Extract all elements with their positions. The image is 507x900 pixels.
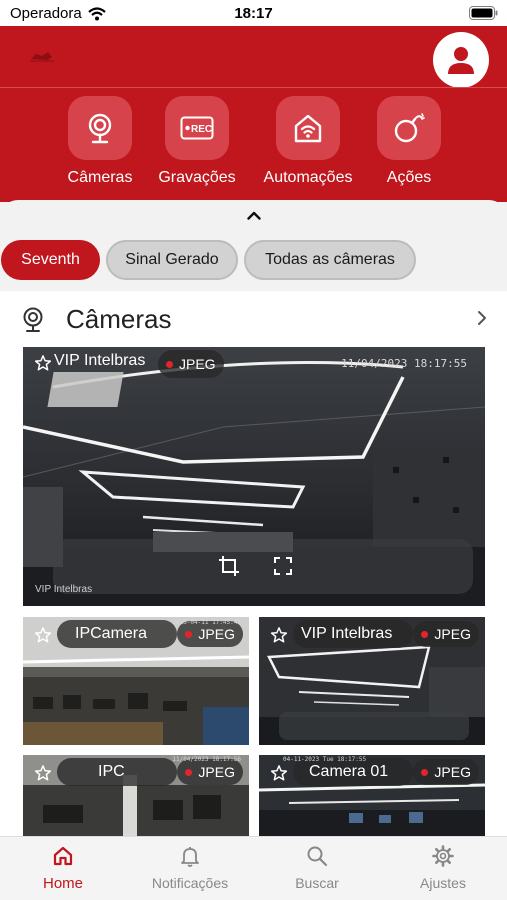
star-icon[interactable] (34, 354, 52, 372)
webcam-icon (23, 307, 43, 332)
format-label: JPEG (179, 356, 216, 372)
cameras-section-header[interactable]: Câmeras (0, 291, 507, 347)
section-title: Câmeras (66, 304, 172, 334)
action-cameras[interactable]: Câmeras (45, 96, 155, 187)
cameras-content: Câmeras VIP Intelbras JPEG 11/04/2023 18… (0, 291, 507, 836)
format-label: JPEG (198, 764, 235, 780)
rec-dot-icon (421, 768, 429, 776)
rec-icon: REC (180, 116, 214, 140)
camera-name: VIP Intelbras (54, 352, 146, 369)
tab-bar: Home Notificações Buscar Ajustes (0, 836, 507, 900)
format-label: JPEG (434, 764, 471, 780)
camera-card-large[interactable]: VIP Intelbras JPEG 11/04/2023 18:17:55 V… (23, 347, 485, 606)
star-icon[interactable] (270, 626, 288, 644)
camera-name: Camera 01 (309, 763, 389, 780)
chevron-up-icon (246, 211, 261, 220)
app-logo (30, 52, 54, 62)
battery-icon (469, 6, 498, 20)
action-tile (276, 96, 340, 160)
tab-label: Home (42, 875, 83, 892)
clock: 18:17 (234, 5, 273, 22)
action-label: Automações (263, 169, 353, 186)
smart-home-icon (294, 114, 322, 143)
camera-feed-image (23, 347, 485, 606)
rec-dot-icon (166, 360, 173, 368)
tab-label: Notificações (151, 875, 229, 891)
camera-card[interactable]: IPCamera JPEG 2023-04-11 17:45:49 (23, 617, 249, 745)
star-icon[interactable] (34, 626, 52, 644)
camera-osd-name: VIP Intelbras (35, 584, 93, 595)
webcam-icon (88, 113, 112, 144)
action-label: Câmeras (67, 169, 133, 186)
chip-sinal-gerado[interactable]: Sinal Gerado (106, 240, 238, 280)
camera-name-pill: VIP Intelbras (293, 620, 413, 648)
header: Câmeras REC Gravações Automações Ações (0, 26, 507, 202)
chevron-right-icon (478, 311, 486, 325)
rec-dot-icon (185, 768, 193, 776)
collapse-handle[interactable] (0, 200, 507, 230)
tab-settings[interactable]: Ajustes (388, 845, 498, 891)
action-automations[interactable]: Automações (253, 96, 363, 187)
action-tile: REC (165, 96, 229, 160)
chip-todas-cameras[interactable]: Todas as câmeras (244, 240, 416, 280)
format-label: JPEG (434, 626, 471, 642)
rec-dot-icon (421, 630, 429, 638)
camera-timestamp: 2023-04-11 17:45:49 (172, 619, 241, 626)
camera-timestamp: 04-11-2023 Tue 18:17:55 (283, 756, 367, 763)
fullscreen-icon[interactable] (274, 557, 292, 575)
camera-name: VIP Intelbras (301, 625, 393, 642)
action-tile (377, 96, 441, 160)
chip-seventh[interactable]: Seventh (1, 240, 100, 280)
format-label: JPEG (198, 626, 235, 642)
tab-notifications[interactable]: Notificações (135, 845, 245, 891)
action-recordings[interactable]: REC Gravações (142, 96, 252, 187)
search-icon (307, 846, 328, 867)
camera-name-pill: IPC (57, 758, 177, 786)
profile-button[interactable] (433, 32, 489, 88)
camera-timestamp: 11/04/2023 18:17:55 (341, 357, 467, 370)
svg-text:REC: REC (191, 124, 212, 135)
filter-chips: Seventh Sinal Gerado Todas as câmeras (0, 230, 507, 290)
format-badge: JPEG (413, 621, 479, 647)
header-divider (0, 87, 507, 88)
action-tile (68, 96, 132, 160)
format-badge: JPEG (413, 759, 479, 785)
action-label: Ações (386, 169, 432, 186)
camera-card[interactable]: VIP Intelbras JPEG (259, 617, 485, 745)
star-icon[interactable] (270, 764, 288, 782)
camera-card[interactable]: IPC JPEG 11/04/2023 18:17:56 (23, 755, 249, 836)
tab-label: Buscar (295, 875, 339, 891)
bomb-icon (394, 113, 425, 143)
home-icon (53, 846, 73, 866)
tab-home[interactable]: Home (8, 845, 118, 892)
user-icon (448, 47, 474, 74)
tab-label: Ajustes (420, 875, 466, 891)
camera-timestamp: 11/04/2023 18:17:56 (172, 756, 241, 763)
star-icon[interactable] (34, 764, 52, 782)
camera-name: IPCamera (75, 625, 148, 642)
camera-card[interactable]: Camera 01 JPEG 04-11-2023 Tue 18:17:55 (259, 755, 485, 836)
status-bar: Operadora 18:17 (0, 0, 507, 26)
gear-icon (432, 845, 454, 867)
bell-icon (181, 847, 199, 867)
crop-icon[interactable] (217, 554, 241, 578)
tab-search[interactable]: Buscar (262, 845, 372, 891)
action-actions[interactable]: Ações (354, 96, 464, 187)
camera-name: IPC (98, 763, 125, 780)
action-label: Gravações (158, 169, 236, 186)
rec-dot-icon (185, 630, 193, 638)
camera-name-pill: IPCamera (57, 620, 177, 648)
format-badge: JPEG (158, 350, 224, 378)
